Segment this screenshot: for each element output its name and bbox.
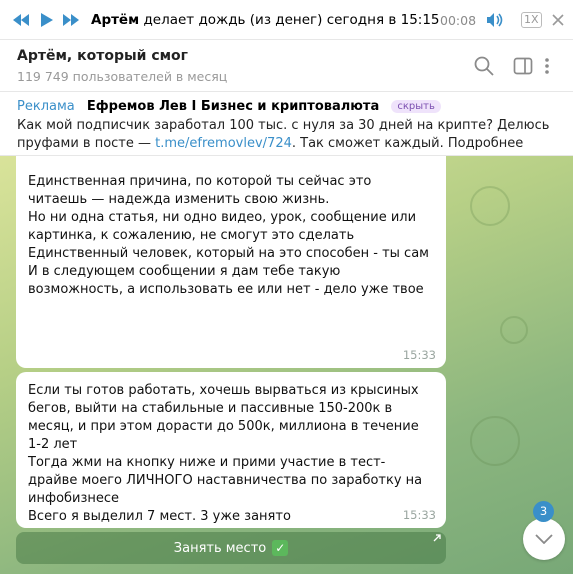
close-player-icon[interactable] bbox=[549, 11, 567, 29]
sponsored-text: Как мой подписчик заработал 100 тыс. с н… bbox=[17, 117, 562, 153]
take-spot-label: Занять место bbox=[173, 540, 267, 556]
search-icon[interactable] bbox=[473, 55, 495, 77]
message-paragraph: Тогда жми на кнопку ниже и прими участие… bbox=[28, 455, 423, 506]
message-time: 15:33 bbox=[402, 348, 436, 362]
unread-count-badge: 3 bbox=[533, 501, 554, 522]
track-author: Артём bbox=[91, 12, 140, 28]
sponsored-link[interactable]: t.me/efremovlev/724 bbox=[155, 136, 292, 151]
track-time: 00:08 bbox=[440, 13, 477, 28]
chevron-down-icon bbox=[535, 534, 553, 544]
background-doodle bbox=[470, 186, 510, 226]
message-paragraph: Если ты готов работать, хочешь вырваться… bbox=[28, 383, 419, 452]
message-bubble[interactable]: Единственная причина, по которой ты сейч… bbox=[16, 156, 446, 368]
sponsored-message[interactable]: Реклама Ефремов Лев I Бизнес и криптовал… bbox=[0, 92, 573, 156]
chat-title[interactable]: Артём, который смог bbox=[17, 48, 188, 64]
chat-header: Артём, который смог 119 749 пользователе… bbox=[0, 40, 573, 92]
chat-subtitle: 119 749 пользователей в месяц bbox=[17, 69, 228, 84]
sponsored-advertiser[interactable]: Ефремов Лев I Бизнес и криптовалюта bbox=[87, 99, 379, 114]
track-date: сегодня в 15:15 bbox=[326, 12, 440, 28]
message-paragraph: Единственный человек, который на это спо… bbox=[28, 246, 429, 261]
message-bubble[interactable]: Если ты готов работать, хочешь вырваться… bbox=[16, 372, 446, 528]
message-paragraph: И в следующем сообщении я дам тебе такую… bbox=[28, 264, 424, 297]
previous-track-icon[interactable] bbox=[12, 11, 30, 29]
track-title[interactable]: Артём делает дождь (из денег) сегодня в … bbox=[91, 12, 440, 28]
message-time: 15:33 bbox=[402, 508, 436, 522]
playback-speed-button[interactable]: 1X bbox=[521, 12, 542, 28]
chat-area: Единственная причина, по которой ты сейч… bbox=[0, 156, 573, 574]
take-spot-button[interactable]: Занять место ✓ bbox=[16, 532, 446, 564]
sponsored-text-end: . Так сможет каждый. Подробнее bbox=[291, 136, 524, 151]
more-menu-icon[interactable] bbox=[544, 55, 552, 77]
audio-player: Артём делает дождь (из денег) сегодня в … bbox=[0, 0, 573, 40]
message-paragraph: Всего я выделил 7 мест. 3 уже занято bbox=[28, 509, 291, 524]
sidebar-toggle-icon[interactable] bbox=[512, 55, 534, 77]
message-paragraph: Единственная причина, по которой ты сейч… bbox=[28, 174, 372, 207]
next-track-icon[interactable] bbox=[62, 11, 80, 29]
scroll-down-button[interactable] bbox=[523, 518, 565, 560]
hide-sponsored-button[interactable]: скрыть bbox=[391, 100, 441, 113]
external-link-icon bbox=[433, 534, 441, 545]
message-paragraph: Но ни одна статья, ни одно видео, урок, … bbox=[28, 210, 417, 243]
background-doodle bbox=[470, 416, 520, 466]
play-icon[interactable] bbox=[38, 11, 56, 29]
check-mark-icon: ✓ bbox=[272, 540, 289, 556]
sponsored-tag: Реклама bbox=[17, 99, 75, 114]
volume-icon[interactable] bbox=[486, 11, 504, 29]
background-doodle bbox=[500, 316, 528, 344]
track-name: делает дождь (из денег) bbox=[143, 12, 323, 28]
